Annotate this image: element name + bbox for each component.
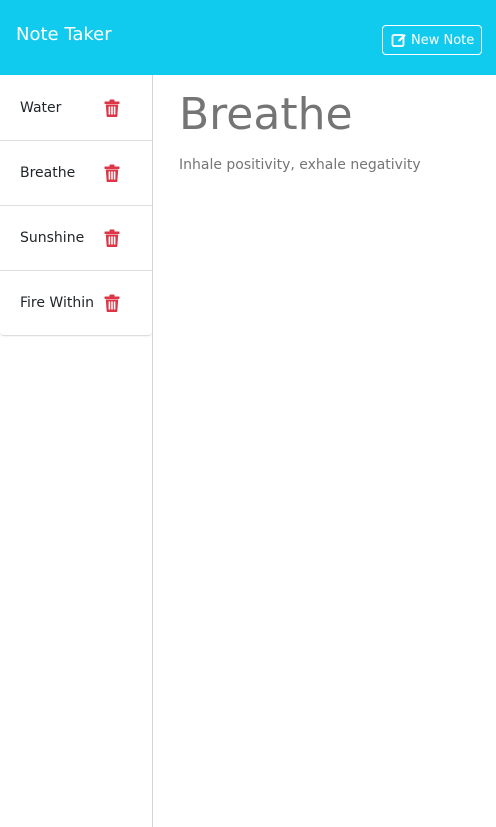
trash-icon[interactable] [104, 229, 120, 247]
edit-icon [391, 32, 407, 48]
new-note-label: New Note [411, 32, 475, 48]
note-item-fire-within[interactable]: Fire Within [0, 270, 152, 335]
new-note-button[interactable]: New Note [382, 25, 482, 55]
navbar: Note Taker New Note [0, 0, 496, 75]
trash-icon[interactable] [104, 164, 120, 182]
brand-title[interactable]: Note Taker [16, 24, 112, 45]
note-sidebar: Water Breathe Sunshine Fire Within [0, 75, 153, 827]
note-item-water[interactable]: Water [0, 75, 152, 140]
note-title[interactable]: Fire Within [20, 295, 94, 311]
note-list: Water Breathe Sunshine Fire Within [0, 75, 152, 336]
note-textarea[interactable]: Inhale positivity, exhale negativity [179, 157, 421, 173]
note-item-breathe[interactable]: Breathe [0, 140, 152, 205]
note-title[interactable]: Sunshine [20, 230, 84, 246]
trash-icon[interactable] [104, 294, 120, 312]
trash-icon[interactable] [104, 99, 120, 117]
note-item-sunshine[interactable]: Sunshine [0, 205, 152, 270]
note-editor: Breathe Inhale positivity, exhale negati… [153, 75, 496, 827]
note-title-input[interactable]: Breathe [179, 89, 353, 140]
note-title[interactable]: Breathe [20, 165, 75, 181]
note-title[interactable]: Water [20, 100, 61, 116]
